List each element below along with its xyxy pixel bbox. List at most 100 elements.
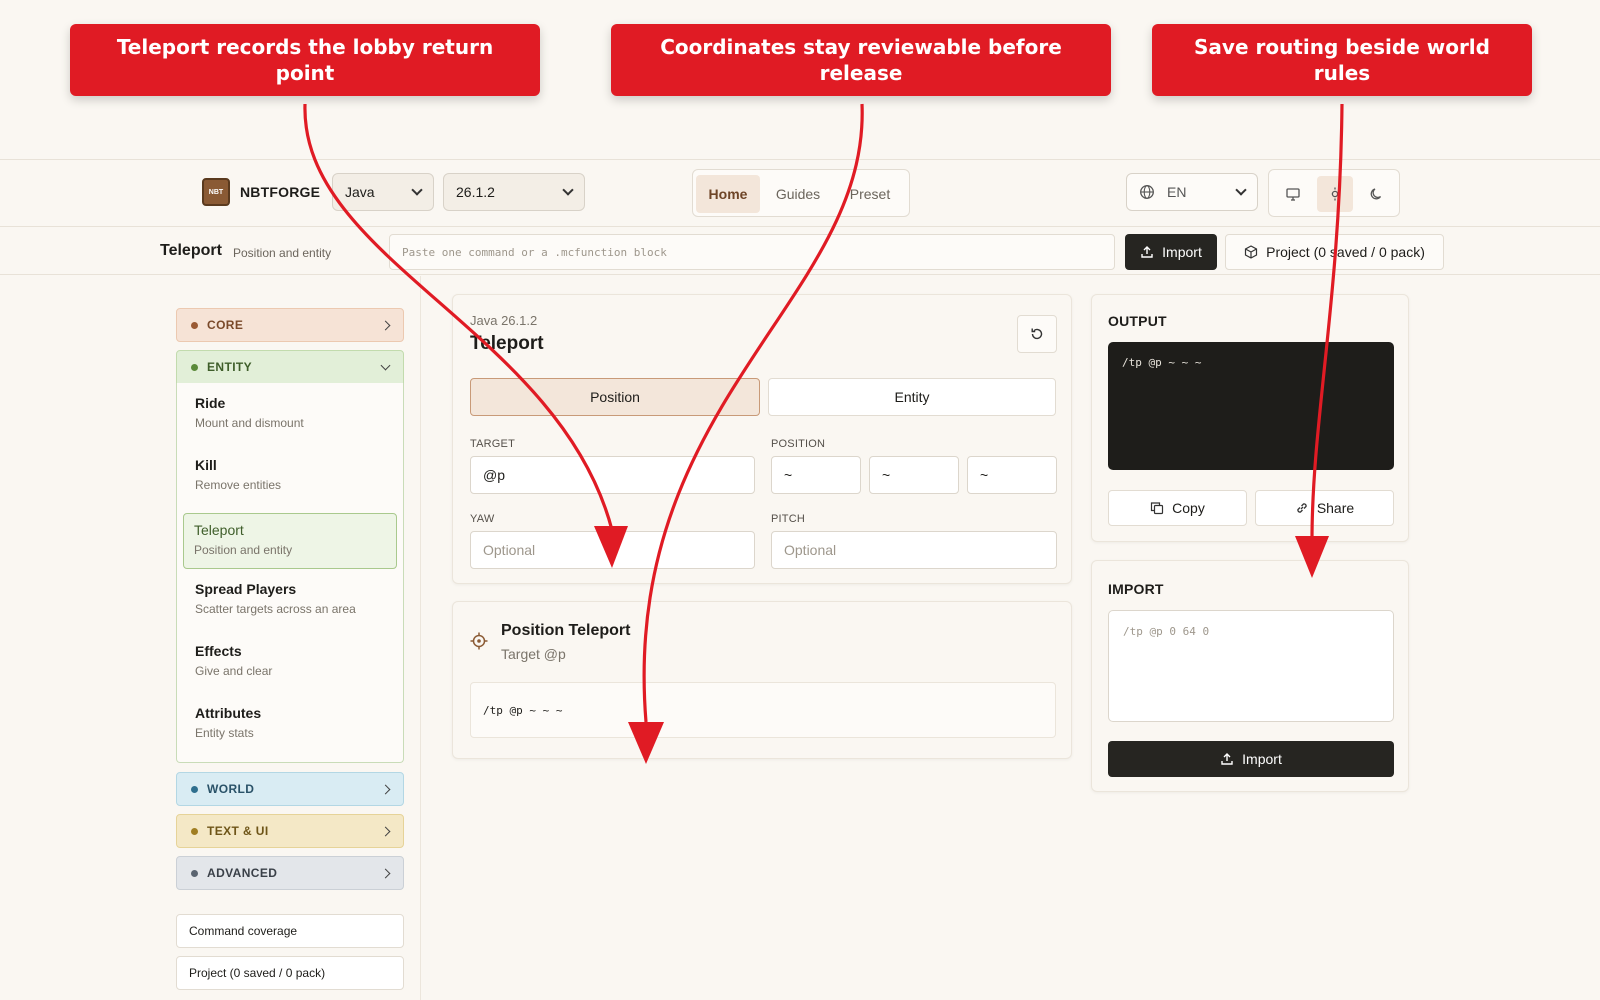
summary-command: /tp @p ~ ~ ~	[470, 682, 1056, 738]
item-title: Ride	[195, 395, 226, 411]
editor-card: Java 26.1.2 Teleport Position Entity TAR…	[452, 294, 1072, 584]
output-code: /tp @p ~ ~ ~	[1108, 342, 1394, 470]
sidebar-item-spread-players[interactable]: Spread Players Scatter targets across an…	[185, 573, 395, 627]
position-z-input[interactable]: ~	[967, 456, 1057, 494]
yaw-input[interactable]: Optional	[470, 531, 755, 569]
tab-entity[interactable]: Entity	[768, 378, 1056, 416]
import-submit-button[interactable]: Import	[1108, 741, 1394, 777]
sidebar-item-attributes[interactable]: Attributes Entity stats	[185, 697, 395, 751]
category-advanced[interactable]: ADVANCED	[176, 856, 404, 890]
nav-home[interactable]: Home	[696, 175, 760, 213]
category-label: CORE	[207, 318, 244, 332]
callout-text: Save routing beside world rules	[1194, 35, 1490, 85]
callout-save-routing: Save routing beside world rules	[1152, 24, 1532, 96]
item-title: Teleport	[194, 522, 244, 538]
command-input[interactable]: Paste one command or a .mcfunction block	[389, 234, 1115, 270]
category-label: WORLD	[207, 782, 255, 796]
main-nav: Home Guides Preset	[692, 169, 910, 217]
chevron-down-icon	[1235, 184, 1247, 196]
chevron-down-icon	[411, 184, 423, 196]
target-input[interactable]: @p	[470, 456, 755, 494]
link-label: Command coverage	[189, 924, 298, 938]
nav-preset[interactable]: Preset	[836, 175, 904, 213]
upload-icon	[1141, 246, 1153, 258]
tab-position[interactable]: Position	[470, 378, 760, 416]
sidebar-item-effects[interactable]: Effects Give and clear	[185, 635, 395, 689]
import-card: IMPORT /tp @p 0 64 0 Import	[1091, 560, 1409, 792]
item-subtitle: Remove entities	[195, 478, 282, 492]
item-subtitle: Scatter targets across an area	[195, 602, 356, 616]
language-value: EN	[1167, 184, 1187, 200]
import-button[interactable]: Import	[1125, 234, 1217, 270]
category-text-ui[interactable]: TEXT & UI	[176, 814, 404, 848]
yaw-label: YAW	[470, 513, 495, 525]
chevron-right-icon	[380, 784, 391, 794]
import-label: Import	[1162, 244, 1202, 260]
theme-system-button[interactable]	[1275, 176, 1311, 212]
chevron-right-icon	[380, 868, 391, 878]
crosshair-icon	[470, 632, 488, 650]
reset-icon	[1031, 328, 1043, 340]
output-card: OUTPUT /tp @p ~ ~ ~ Copy Share	[1091, 294, 1409, 542]
share-label: Share	[1316, 500, 1355, 516]
callout-text: Coordinates stay reviewable before relea…	[660, 35, 1062, 85]
import-textarea[interactable]: /tp @p 0 64 0	[1108, 610, 1394, 722]
callout-text: Teleport records the lobby return point	[116, 35, 494, 85]
item-title: Spread Players	[195, 581, 297, 597]
sidebar-item-ride[interactable]: Ride Mount and dismount	[185, 387, 395, 441]
sidebar-project-link[interactable]: Project (0 saved / 0 pack)	[176, 956, 404, 990]
moon-icon	[1370, 188, 1382, 200]
position-x-input[interactable]: ~	[771, 456, 861, 494]
theme-light-button[interactable]	[1317, 176, 1353, 212]
item-title: Effects	[195, 643, 242, 659]
reset-button[interactable]	[1017, 315, 1057, 353]
version-select[interactable]: 26.1.2	[443, 173, 585, 211]
category-label: ADVANCED	[207, 866, 278, 880]
share-button[interactable]: Share	[1255, 490, 1394, 526]
editor-version: Java 26.1.2	[470, 313, 538, 328]
category-entity[interactable]: ENTITY	[176, 350, 404, 384]
chevron-down-icon	[380, 360, 391, 370]
pitch-input[interactable]: Optional	[771, 531, 1057, 569]
import-heading: IMPORT	[1108, 581, 1164, 597]
page-subtitle: Position and entity	[233, 246, 332, 260]
project-button[interactable]: Project (0 saved / 0 pack)	[1225, 234, 1444, 270]
output-heading: OUTPUT	[1108, 313, 1167, 329]
category-world[interactable]: WORLD	[176, 772, 404, 806]
summary-subtitle: Target @p	[501, 646, 566, 662]
advanced-dot	[191, 869, 198, 877]
page-title: Teleport	[160, 242, 222, 259]
callout-coordinates: Coordinates stay reviewable before relea…	[611, 24, 1111, 96]
category-label: TEXT & UI	[207, 824, 269, 838]
copy-button[interactable]: Copy	[1108, 490, 1247, 526]
project-label: Project (0 saved / 0 pack)	[1266, 244, 1425, 260]
category-core[interactable]: CORE	[176, 308, 404, 342]
command-coverage-link[interactable]: Command coverage	[176, 914, 404, 948]
language-select[interactable]: EN	[1126, 173, 1258, 211]
app-logo[interactable]: NBT	[202, 178, 230, 206]
theme-dark-button[interactable]	[1359, 176, 1395, 212]
nav-guides[interactable]: Guides	[766, 175, 830, 213]
brand-name: NBTFORGE	[240, 184, 321, 200]
summary-card: Position Teleport Target @p /tp @p ~ ~ ~	[452, 601, 1072, 759]
text-ui-dot	[191, 827, 198, 835]
sidebar-item-kill[interactable]: Kill Remove entities	[185, 449, 395, 503]
target-label: TARGET	[470, 438, 515, 450]
globe-icon	[1140, 185, 1154, 199]
world-dot	[191, 785, 198, 793]
version-value: 26.1.2	[456, 184, 495, 200]
position-y-input[interactable]: ~	[869, 456, 959, 494]
sun-icon	[1331, 187, 1339, 201]
sidebar-item-teleport[interactable]: Teleport Position and entity	[183, 513, 397, 569]
summary-title: Position Teleport	[501, 622, 631, 639]
sidebar-divider	[420, 276, 421, 1000]
editor-title: Teleport	[470, 333, 544, 354]
command-placeholder: Paste one command or a .mcfunction block	[402, 245, 667, 259]
package-icon	[1245, 245, 1258, 259]
entity-list: Ride Mount and dismount Kill Remove enti…	[176, 383, 404, 763]
edition-select[interactable]: Java	[332, 173, 434, 211]
callout-lobby-return: Teleport records the lobby return point	[70, 24, 540, 96]
category-label: ENTITY	[207, 360, 253, 374]
item-title: Kill	[195, 457, 217, 473]
entity-dot	[191, 363, 198, 371]
